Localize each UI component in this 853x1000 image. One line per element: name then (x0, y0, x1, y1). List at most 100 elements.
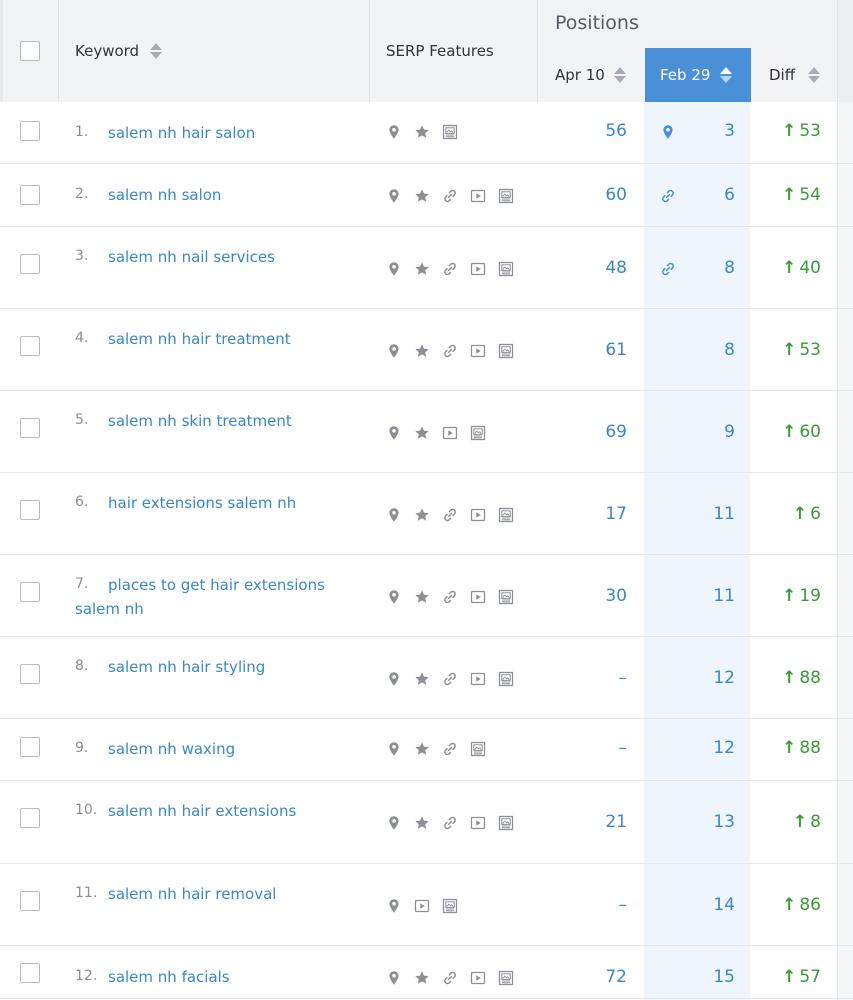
row-checkbox[interactable] (20, 891, 40, 911)
up-arrow-icon: ↑ (782, 738, 797, 758)
row-checkbox[interactable] (20, 737, 40, 757)
feb29-label: Feb 29 (660, 66, 711, 84)
table-row: 3. salem nh nail services 48 8 ↑ 40 (0, 227, 853, 309)
feb29-column-header[interactable]: Feb 29 (645, 48, 751, 102)
row-checkbox[interactable] (20, 254, 40, 274)
location-pin-icon (386, 741, 402, 757)
row-checkbox[interactable] (20, 963, 40, 983)
apr10-position[interactable]: 61 (540, 340, 627, 360)
feb29-position[interactable]: 9 (660, 422, 735, 442)
star-icon (414, 425, 430, 441)
table-row: 5. salem nh skin treatment 69 9 ↑ 60 (0, 391, 853, 473)
position-diff: ↑ 86 (760, 895, 821, 915)
keyword-link[interactable]: hair extensions salem nh (75, 491, 360, 515)
feb29-position[interactable]: 15 (660, 967, 735, 987)
feb29-position[interactable]: 14 (660, 895, 735, 915)
link-icon (442, 343, 458, 359)
location-pin-icon (386, 970, 402, 986)
keyword-link[interactable]: salem nh hair extensions (75, 799, 360, 823)
location-pin-icon (386, 898, 402, 914)
keyword-link[interactable]: salem nh nail services (75, 245, 360, 269)
image-icon (498, 507, 514, 523)
diff-sort-icon[interactable] (808, 66, 820, 84)
diff-value: 6 (810, 504, 821, 524)
serp-features (386, 741, 486, 757)
row-checkbox[interactable] (20, 185, 40, 205)
apr10-position[interactable]: 30 (540, 586, 627, 606)
apr10-position[interactable]: 56 (540, 121, 627, 141)
header-keyword-cell[interactable]: Keyword (58, 0, 369, 102)
keyword-link[interactable]: salem nh salon (75, 183, 360, 207)
apr10-label: Apr 10 (555, 66, 605, 84)
feb29-position[interactable]: 11 (660, 586, 735, 606)
star-icon (414, 507, 430, 523)
apr10-position[interactable]: 21 (540, 812, 627, 832)
diff-value: 60 (799, 422, 821, 442)
apr10-position[interactable]: 17 (540, 504, 627, 524)
video-icon (470, 188, 486, 204)
table-body: 1. salem nh hair salon 56 3 ↑ 53 2. salem… (0, 102, 853, 999)
row-checkbox[interactable] (20, 582, 40, 602)
select-all-checkbox[interactable] (20, 41, 40, 61)
diff-column-header[interactable]: Diff (751, 48, 838, 102)
row-checkbox[interactable] (20, 121, 40, 141)
link-icon (442, 815, 458, 831)
star-icon (414, 741, 430, 757)
table-header: Keyword SERP Features Positions Apr 10 F… (0, 0, 853, 102)
position-diff: ↑ 40 (760, 258, 821, 278)
feb29-position[interactable]: 11 (660, 504, 735, 524)
table-row: 6. hair extensions salem nh 17 11 ↑ 6 (0, 473, 853, 555)
location-pin-icon (386, 425, 402, 441)
feb29-position[interactable]: 13 (660, 812, 735, 832)
serp-features (386, 343, 514, 359)
location-pin-icon (386, 188, 402, 204)
keyword-link[interactable]: places to get hair extensions salem nh (75, 573, 360, 621)
keyword-link[interactable]: salem nh hair styling (75, 655, 360, 679)
keyword-link[interactable]: salem nh hair treatment (75, 327, 360, 351)
keyword-link[interactable]: salem nh hair salon (75, 121, 360, 145)
video-icon (470, 815, 486, 831)
keyword-sort-icon[interactable] (150, 42, 162, 60)
table-row: 1. salem nh hair salon 56 3 ↑ 53 (0, 102, 853, 164)
keyword-link[interactable]: salem nh hair removal (75, 882, 360, 906)
apr10-position[interactable]: – (540, 738, 628, 758)
image-icon (498, 970, 514, 986)
image-icon (470, 425, 486, 441)
location-pin-icon (386, 261, 402, 277)
link-icon (442, 589, 458, 605)
row-checkbox[interactable] (20, 336, 40, 356)
up-arrow-icon: ↑ (792, 504, 808, 524)
location-pin-icon (386, 671, 402, 687)
keyword-link[interactable]: salem nh waxing (75, 737, 360, 761)
keyword-link[interactable]: salem nh facials (75, 965, 360, 989)
image-icon (498, 343, 514, 359)
keyword-link[interactable]: salem nh skin treatment (75, 409, 360, 433)
feb29-position[interactable]: 3 (660, 121, 735, 141)
feb29-position[interactable]: 12 (660, 668, 735, 688)
apr10-position[interactable]: 60 (540, 185, 627, 205)
apr10-position[interactable]: 72 (540, 967, 627, 987)
feb29-position[interactable]: 6 (660, 185, 735, 205)
up-arrow-icon: ↑ (782, 668, 797, 688)
apr10-position[interactable]: – (540, 895, 628, 915)
link-icon (442, 671, 458, 687)
position-diff: ↑ 57 (760, 967, 821, 987)
apr10-position[interactable]: 69 (540, 422, 627, 442)
feb29-position[interactable]: 8 (660, 340, 735, 360)
video-icon (414, 898, 430, 914)
row-checkbox[interactable] (20, 664, 40, 684)
feb29-sort-icon[interactable] (720, 66, 732, 84)
serp-header-label: SERP Features (386, 42, 494, 60)
star-icon (414, 589, 430, 605)
apr10-position[interactable]: 48 (540, 258, 627, 278)
feb29-position[interactable]: 12 (660, 738, 735, 758)
feb29-position[interactable]: 8 (660, 258, 735, 278)
apr10-position[interactable]: – (540, 668, 628, 688)
row-checkbox[interactable] (20, 418, 40, 438)
up-arrow-icon: ↑ (782, 967, 797, 987)
row-checkbox[interactable] (20, 500, 40, 520)
diff-value: 86 (799, 895, 821, 915)
apr10-column-header[interactable]: Apr 10 (538, 48, 645, 102)
row-checkbox[interactable] (20, 808, 40, 828)
apr10-sort-icon[interactable] (614, 66, 626, 84)
